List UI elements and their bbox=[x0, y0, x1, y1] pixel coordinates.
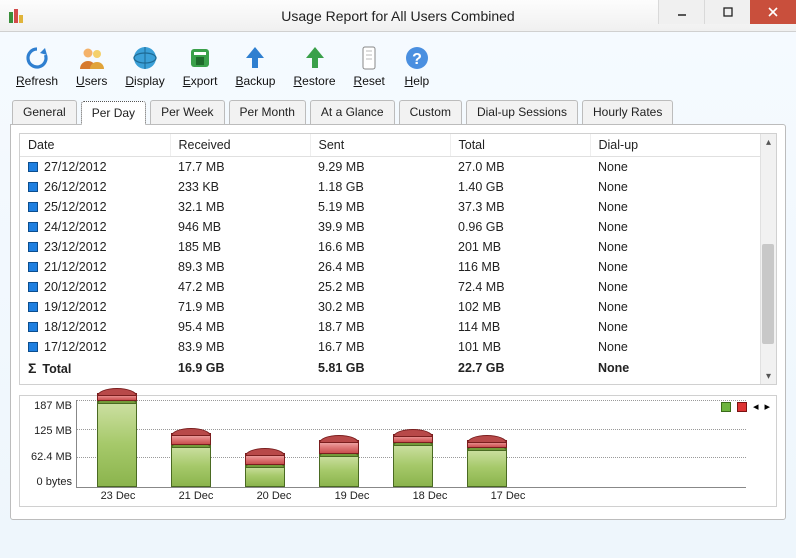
tab-dial-up-sessions[interactable]: Dial-up Sessions bbox=[466, 100, 578, 124]
chart-next-button[interactable]: ▸ bbox=[764, 400, 770, 413]
chart-prev-button[interactable]: ◂ bbox=[753, 400, 759, 413]
row-icon bbox=[28, 322, 38, 332]
x-tick: 20 Dec bbox=[252, 490, 296, 502]
table-total-row: ΣTotal16.9 GB5.81 GB22.7 GBNone bbox=[20, 357, 776, 379]
x-tick: 18 Dec bbox=[408, 490, 452, 502]
col-header-sent[interactable]: Sent bbox=[310, 134, 450, 157]
export-button[interactable]: Export bbox=[183, 44, 218, 88]
row-icon bbox=[28, 202, 38, 212]
toolbar-label: Refresh bbox=[16, 74, 58, 88]
table-row[interactable]: 24/12/2012946 MB39.9 MB0.96 GBNone bbox=[20, 217, 776, 237]
table-row[interactable]: 25/12/201232.1 MB5.19 MB37.3 MBNone bbox=[20, 197, 776, 217]
table-row[interactable]: 17/12/201283.9 MB16.7 MB101 MBNone bbox=[20, 337, 776, 357]
toolbar-label: Reset bbox=[354, 74, 385, 88]
usage-chart: ◂ ▸ 187 MB 125 MB 62.4 MB 0 bytes 23 Dec… bbox=[19, 395, 777, 507]
chart-x-axis: 23 Dec 21 Dec 20 Dec 19 Dec 18 Dec 17 Dec bbox=[26, 490, 746, 502]
chart-bar bbox=[171, 400, 211, 487]
chart-bar bbox=[393, 400, 433, 487]
y-tick: 0 bytes bbox=[26, 476, 72, 488]
usage-table: Date Received Sent Total Dial-up 27/12/2… bbox=[19, 133, 777, 385]
x-tick: 17 Dec bbox=[486, 490, 530, 502]
tab-per-month[interactable]: Per Month bbox=[229, 100, 306, 124]
toolbar-label: Help bbox=[405, 74, 430, 88]
refresh-icon bbox=[23, 44, 51, 72]
table-row[interactable]: 20/12/201247.2 MB25.2 MB72.4 MBNone bbox=[20, 277, 776, 297]
col-header-received[interactable]: Received bbox=[170, 134, 310, 157]
table-scrollbar[interactable]: ▴ ▾ bbox=[760, 134, 776, 384]
window-controls bbox=[658, 0, 796, 24]
display-button[interactable]: Display bbox=[125, 44, 164, 88]
sigma-icon: Σ bbox=[28, 360, 36, 376]
row-icon bbox=[28, 222, 38, 232]
table-row[interactable]: 18/12/201295.4 MB18.7 MB114 MBNone bbox=[20, 317, 776, 337]
col-header-date[interactable]: Date bbox=[20, 134, 170, 157]
toolbar-label: Users bbox=[76, 74, 107, 88]
row-icon bbox=[28, 262, 38, 272]
y-tick: 62.4 MB bbox=[26, 451, 72, 463]
col-header-total[interactable]: Total bbox=[450, 134, 590, 157]
table-row[interactable]: 21/12/201289.3 MB26.4 MB116 MBNone bbox=[20, 257, 776, 277]
minimize-button[interactable] bbox=[658, 0, 704, 24]
chart-plot-area bbox=[76, 400, 746, 488]
refresh-button[interactable]: Refresh bbox=[16, 44, 58, 88]
close-button[interactable] bbox=[750, 0, 796, 24]
reset-button[interactable]: Reset bbox=[354, 44, 385, 88]
help-icon: ? bbox=[403, 44, 431, 72]
toolbar-label: Display bbox=[125, 74, 164, 88]
restore-button[interactable]: Restore bbox=[293, 44, 335, 88]
y-tick: 187 MB bbox=[26, 400, 72, 412]
tab-hourly-rates[interactable]: Hourly Rates bbox=[582, 100, 673, 124]
chart-bar bbox=[245, 400, 285, 487]
users-button[interactable]: Users bbox=[76, 44, 107, 88]
tab-panel: Date Received Sent Total Dial-up 27/12/2… bbox=[10, 124, 786, 520]
chart-bar bbox=[319, 400, 359, 487]
window-title: Usage Report for All Users Combined bbox=[281, 8, 514, 24]
scroll-thumb[interactable] bbox=[762, 244, 774, 344]
reset-icon bbox=[355, 44, 383, 72]
titlebar: Usage Report for All Users Combined bbox=[0, 0, 796, 32]
help-button[interactable]: ? Help bbox=[403, 44, 431, 88]
tab-per-week[interactable]: Per Week bbox=[150, 100, 224, 124]
row-icon bbox=[28, 282, 38, 292]
toolbar-label: Export bbox=[183, 74, 218, 88]
chart-bar bbox=[97, 400, 137, 487]
row-icon bbox=[28, 162, 38, 172]
col-header-dialup[interactable]: Dial-up bbox=[590, 134, 776, 157]
backup-button[interactable]: Backup bbox=[235, 44, 275, 88]
toolbar: Refresh Users Display Export Backup Rest… bbox=[10, 42, 786, 96]
tab-at-a-glance[interactable]: At a Glance bbox=[310, 100, 395, 124]
client-area: Refresh Users Display Export Backup Rest… bbox=[0, 32, 796, 558]
tab-custom[interactable]: Custom bbox=[399, 100, 462, 124]
backup-icon bbox=[241, 44, 269, 72]
scroll-down-icon[interactable]: ▾ bbox=[761, 368, 776, 384]
table-row[interactable]: 19/12/201271.9 MB30.2 MB102 MBNone bbox=[20, 297, 776, 317]
scroll-up-icon[interactable]: ▴ bbox=[761, 134, 776, 150]
table-header-row: Date Received Sent Total Dial-up bbox=[20, 134, 776, 157]
restore-icon bbox=[301, 44, 329, 72]
chart-y-axis: 187 MB 125 MB 62.4 MB 0 bytes bbox=[26, 400, 76, 488]
tab-general[interactable]: General bbox=[12, 100, 77, 124]
x-tick: 23 Dec bbox=[96, 490, 140, 502]
svg-text:?: ? bbox=[412, 51, 422, 68]
table-row[interactable]: 23/12/2012185 MB16.6 MB201 MBNone bbox=[20, 237, 776, 257]
x-tick: 21 Dec bbox=[174, 490, 218, 502]
row-icon bbox=[28, 182, 38, 192]
toolbar-label: Restore bbox=[293, 74, 335, 88]
table-row[interactable]: 26/12/2012233 KB1.18 GB1.40 GBNone bbox=[20, 177, 776, 197]
display-icon bbox=[131, 44, 159, 72]
maximize-button[interactable] bbox=[704, 0, 750, 24]
tab-per-day[interactable]: Per Day bbox=[81, 101, 146, 125]
chart-bar bbox=[467, 400, 507, 487]
row-icon bbox=[28, 302, 38, 312]
row-icon bbox=[28, 242, 38, 252]
export-icon bbox=[186, 44, 214, 72]
users-icon bbox=[78, 44, 106, 72]
x-tick: 19 Dec bbox=[330, 490, 374, 502]
app-icon bbox=[8, 8, 24, 24]
tab-strip: General Per Day Per Week Per Month At a … bbox=[10, 100, 786, 124]
row-icon bbox=[28, 342, 38, 352]
y-tick: 125 MB bbox=[26, 425, 72, 437]
table-row[interactable]: 27/12/201217.7 MB9.29 MB27.0 MBNone bbox=[20, 157, 776, 178]
toolbar-label: Backup bbox=[235, 74, 275, 88]
